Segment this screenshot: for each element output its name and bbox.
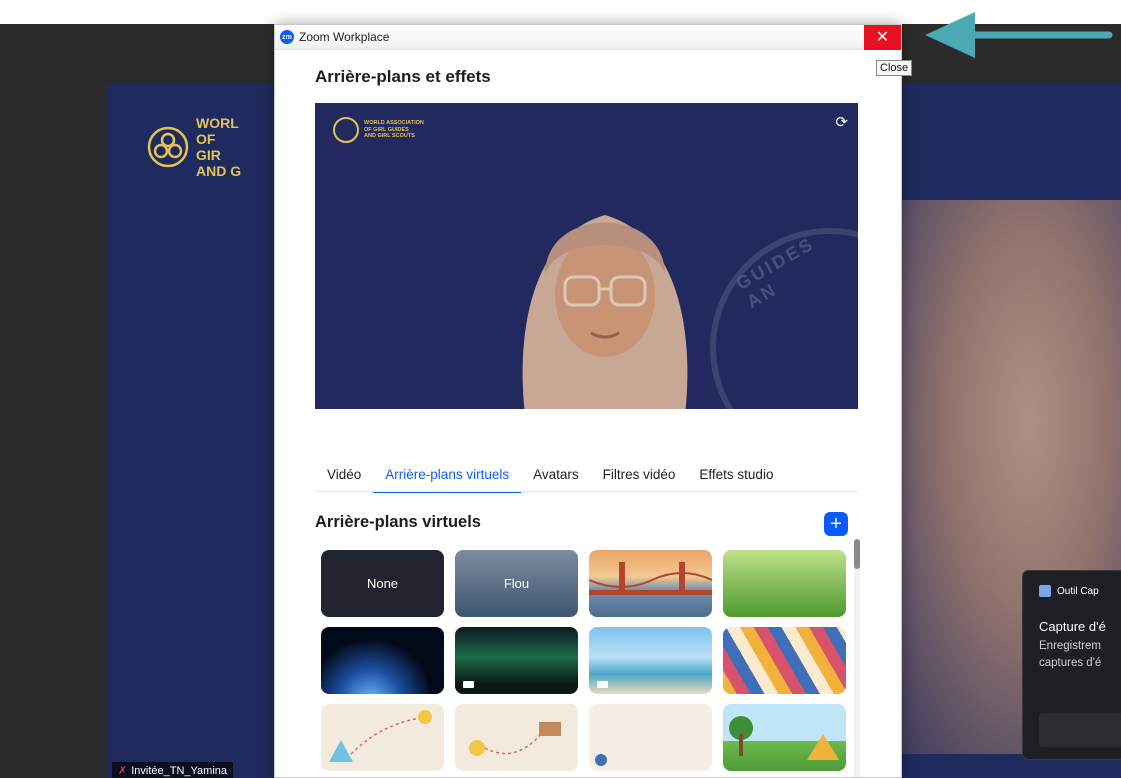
- tab-video-filters[interactable]: Filtres vidéo: [591, 463, 688, 493]
- tile-label: None: [366, 576, 399, 591]
- participant-name-text: Invitée_TN_Yamina: [131, 764, 228, 777]
- screen: WORL OF GIR AND G ✗ Invitée_TN_Yamina Ou…: [0, 0, 1121, 778]
- tab-virtual-backgrounds[interactable]: Arrière-plans virtuels: [373, 463, 522, 493]
- snipping-tool-notification[interactable]: Outil Cap Capture d'é Enregistrem captur…: [1022, 570, 1121, 760]
- backgrounds-effects-dialog: zm Zoom Workplace ✕ Arrière-plans et eff…: [274, 24, 902, 778]
- toast-title: Capture d'é: [1039, 619, 1106, 634]
- background-tile-map-bee[interactable]: [321, 704, 444, 771]
- tab-studio-effects[interactable]: Effets studio: [687, 463, 785, 493]
- background-grid: None Flou: [321, 550, 847, 771]
- background-tile-badges[interactable]: [723, 627, 846, 694]
- background-tile-camping[interactable]: [723, 704, 846, 771]
- bridge-image: [589, 562, 712, 595]
- rotate-camera-icon[interactable]: ⟳: [835, 113, 848, 131]
- video-background-icon: [597, 681, 608, 688]
- toast-app-name: Outil Cap: [1057, 585, 1099, 597]
- window-titlebar: zm Zoom Workplace ✕: [275, 25, 901, 50]
- background-logo-text: WORL OF GIR AND G: [196, 115, 242, 179]
- grid-scrollbar-thumb[interactable]: [854, 539, 860, 569]
- zoom-app-icon: zm: [280, 30, 294, 44]
- snipping-tool-icon: [1039, 585, 1051, 597]
- muted-mic-icon: ✗: [118, 765, 128, 777]
- close-tooltip: Close: [876, 60, 913, 76]
- trefoil-logo-icon: [147, 126, 189, 168]
- grid-scrollbar-track[interactable]: [854, 539, 860, 777]
- camping-illustration: [729, 716, 839, 760]
- toast-header: Outil Cap: [1023, 571, 1121, 597]
- preview-person-image: [522, 215, 688, 409]
- annotation-arrow-icon: [925, 12, 1113, 58]
- map-illustration: [329, 710, 432, 762]
- background-tile-aurora[interactable]: [455, 627, 578, 694]
- map-illustration: [595, 754, 607, 766]
- effects-tabs: Vidéo Arrière-plans virtuels Avatars Fil…: [315, 463, 785, 493]
- background-tile-map-bee-2[interactable]: [455, 704, 578, 771]
- section-heading: Arrière-plans virtuels: [315, 513, 481, 531]
- background-tile-beach[interactable]: [589, 627, 712, 694]
- video-background-icon: [463, 681, 474, 688]
- preview-logo-text: WORLD ASSOCIATION OF GIRL GUIDES AND GIR…: [364, 120, 424, 140]
- toast-action-button[interactable]: [1039, 713, 1121, 747]
- preview-wagggs-logo: WORLD ASSOCIATION OF GIRL GUIDES AND GIR…: [333, 117, 424, 143]
- video-preview: WORLD ASSOCIATION OF GIRL GUIDES AND GIR…: [315, 103, 858, 409]
- dialog-heading: Arrière-plans et effets: [315, 67, 491, 86]
- map-illustration: [469, 722, 561, 756]
- background-tile-golden-gate[interactable]: [589, 550, 712, 617]
- background-tile-blur[interactable]: Flou: [455, 550, 578, 617]
- tab-avatars[interactable]: Avatars: [521, 463, 591, 493]
- window-title: Zoom Workplace: [299, 30, 390, 44]
- background-tile-light-map[interactable]: [589, 704, 712, 771]
- trefoil-badge-icon: [333, 117, 359, 143]
- tab-video[interactable]: Vidéo: [315, 463, 373, 493]
- tab-divider: [315, 491, 858, 492]
- tile-label: Flou: [503, 576, 530, 591]
- close-button[interactable]: ✕: [864, 25, 901, 50]
- background-tile-none[interactable]: None: [321, 550, 444, 617]
- participant-name-label: ✗ Invitée_TN_Yamina: [112, 762, 234, 778]
- background-tile-earth[interactable]: [321, 627, 444, 694]
- background-wagggs-logo: WORL OF GIR AND G: [146, 115, 244, 179]
- toast-body: Enregistrem captures d'é: [1039, 640, 1102, 669]
- add-background-button[interactable]: +: [824, 512, 848, 536]
- background-tile-grass[interactable]: [723, 550, 846, 617]
